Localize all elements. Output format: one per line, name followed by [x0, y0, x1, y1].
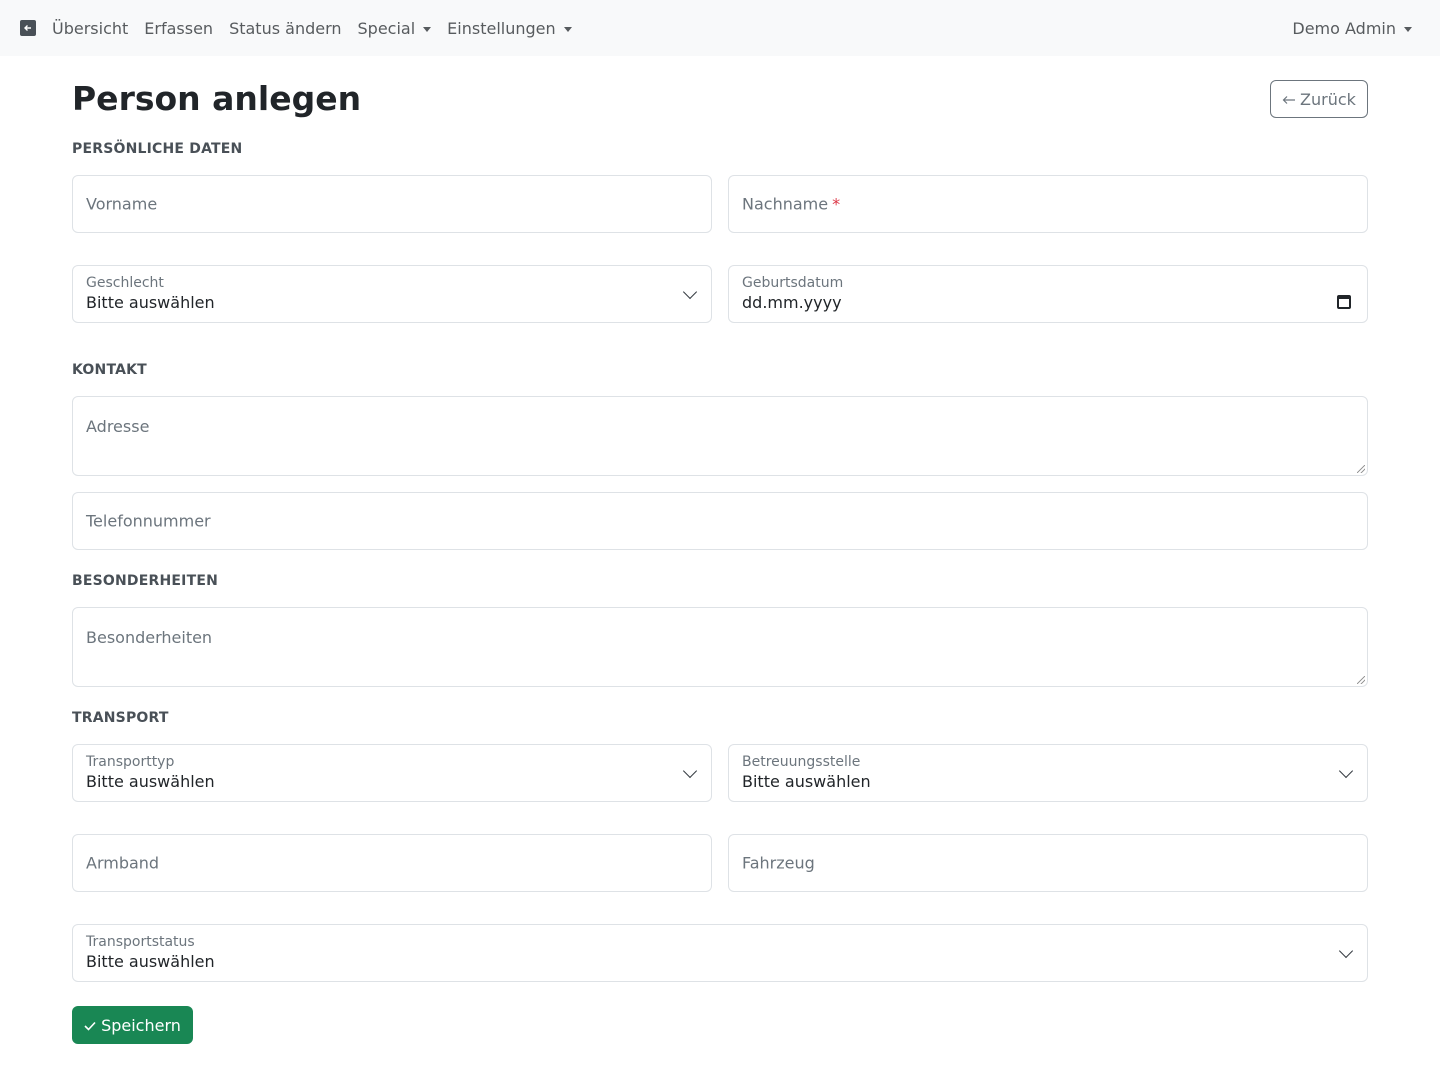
transporttyp-value: Bitte auswählen — [86, 772, 215, 791]
telefonnummer-input[interactable]: Telefonnummer — [72, 492, 1368, 550]
transportstatus-label: Transportstatus — [86, 934, 195, 950]
resize-handle-icon[interactable] — [1357, 676, 1365, 684]
sidebar-toggle-icon[interactable] — [20, 20, 36, 36]
telefonnummer-placeholder: Telefonnummer — [86, 511, 211, 531]
nav-item-erfassen[interactable]: Erfassen — [136, 19, 221, 38]
nachname-placeholder: Nachname — [742, 194, 829, 214]
adresse-placeholder: Adresse — [86, 417, 150, 436]
besonderheiten-textarea[interactable]: Besonderheiten — [72, 607, 1368, 687]
armband-placeholder: Armband — [86, 853, 160, 873]
caret-down-icon — [423, 26, 432, 32]
besonderheiten-placeholder: Besonderheiten — [86, 628, 213, 647]
nav-item-status-aendern[interactable]: Status ändern — [221, 19, 349, 38]
fahrzeug-input[interactable]: Fahrzeug — [728, 834, 1368, 892]
required-marker: * — [832, 194, 841, 214]
transporttyp-label: Transporttyp — [86, 754, 175, 770]
check-icon — [84, 1016, 96, 1035]
betreuungsstelle-select[interactable]: Betreuungsstelle Bitte auswählen — [728, 744, 1368, 802]
geburtsdatum-label: Geburtsdatum — [742, 275, 844, 291]
geschlecht-value: Bitte auswählen — [86, 293, 215, 312]
chevron-down-icon — [1338, 943, 1354, 959]
nav-item-label: Einstellungen — [447, 18, 556, 38]
nav-item-label: Special — [357, 18, 416, 38]
transportstatus-value: Bitte auswählen — [86, 952, 215, 971]
user-menu-dropdown[interactable]: Demo Admin — [1284, 0, 1420, 56]
fahrzeug-placeholder: Fahrzeug — [742, 853, 815, 873]
geschlecht-select[interactable]: Geschlecht Bitte auswählen — [72, 265, 712, 323]
geschlecht-label: Geschlecht — [86, 275, 164, 291]
resize-handle-icon[interactable] — [1357, 465, 1365, 473]
chevron-down-icon — [682, 763, 698, 779]
vorname-placeholder: Vorname — [86, 194, 158, 214]
nachname-input[interactable]: Nachname * — [728, 175, 1368, 233]
save-button[interactable]: Speichern — [72, 1006, 193, 1044]
save-button-label: Speichern — [101, 1015, 181, 1035]
top-navbar: Übersicht Erfassen Status ändern Special… — [0, 0, 1440, 56]
chevron-down-icon — [682, 284, 698, 300]
transporttyp-select[interactable]: Transporttyp Bitte auswählen — [72, 744, 712, 802]
chevron-down-icon — [1338, 763, 1354, 779]
nav-links: Übersicht Erfassen Status ändern Special… — [52, 19, 580, 38]
transportstatus-select[interactable]: Transportstatus Bitte auswählen — [72, 924, 1368, 982]
caret-down-icon — [1404, 26, 1412, 32]
nav-item-label: Erfassen — [144, 18, 214, 38]
section-title-transport: TRANSPORT — [72, 710, 169, 726]
caret-down-icon — [563, 26, 572, 32]
back-button[interactable]: Zurück — [1270, 80, 1368, 118]
nav-dropdown-einstellungen[interactable]: Einstellungen — [439, 19, 579, 38]
nav-dropdown-special[interactable]: Special — [350, 19, 440, 38]
section-title-personal: PERSÖNLICHE DATEN — [72, 141, 243, 157]
nachname-placeholder-wrap: Nachname * — [742, 195, 840, 214]
geburtsdatum-value: dd.mm.yyyy — [742, 293, 842, 312]
back-button-label: Zurück — [1300, 89, 1356, 109]
arrow-left-icon — [1282, 90, 1296, 109]
adresse-textarea[interactable]: Adresse — [72, 396, 1368, 476]
betreuungsstelle-label: Betreuungsstelle — [742, 754, 861, 770]
nav-item-label: Übersicht — [52, 18, 129, 38]
vorname-input[interactable]: Vorname — [72, 175, 712, 233]
page-title: Person anlegen — [72, 79, 362, 118]
betreuungsstelle-value: Bitte auswählen — [742, 772, 871, 791]
nav-item-uebersicht[interactable]: Übersicht — [52, 19, 136, 38]
geburtsdatum-input[interactable]: Geburtsdatum dd.mm.yyyy — [728, 265, 1368, 323]
user-name: Demo Admin — [1292, 18, 1396, 38]
armband-input[interactable]: Armband — [72, 834, 712, 892]
calendar-icon[interactable] — [1337, 295, 1351, 309]
nav-item-label: Status ändern — [229, 18, 342, 38]
section-title-special: BESONDERHEITEN — [72, 573, 219, 589]
section-title-contact: KONTAKT — [72, 362, 147, 378]
